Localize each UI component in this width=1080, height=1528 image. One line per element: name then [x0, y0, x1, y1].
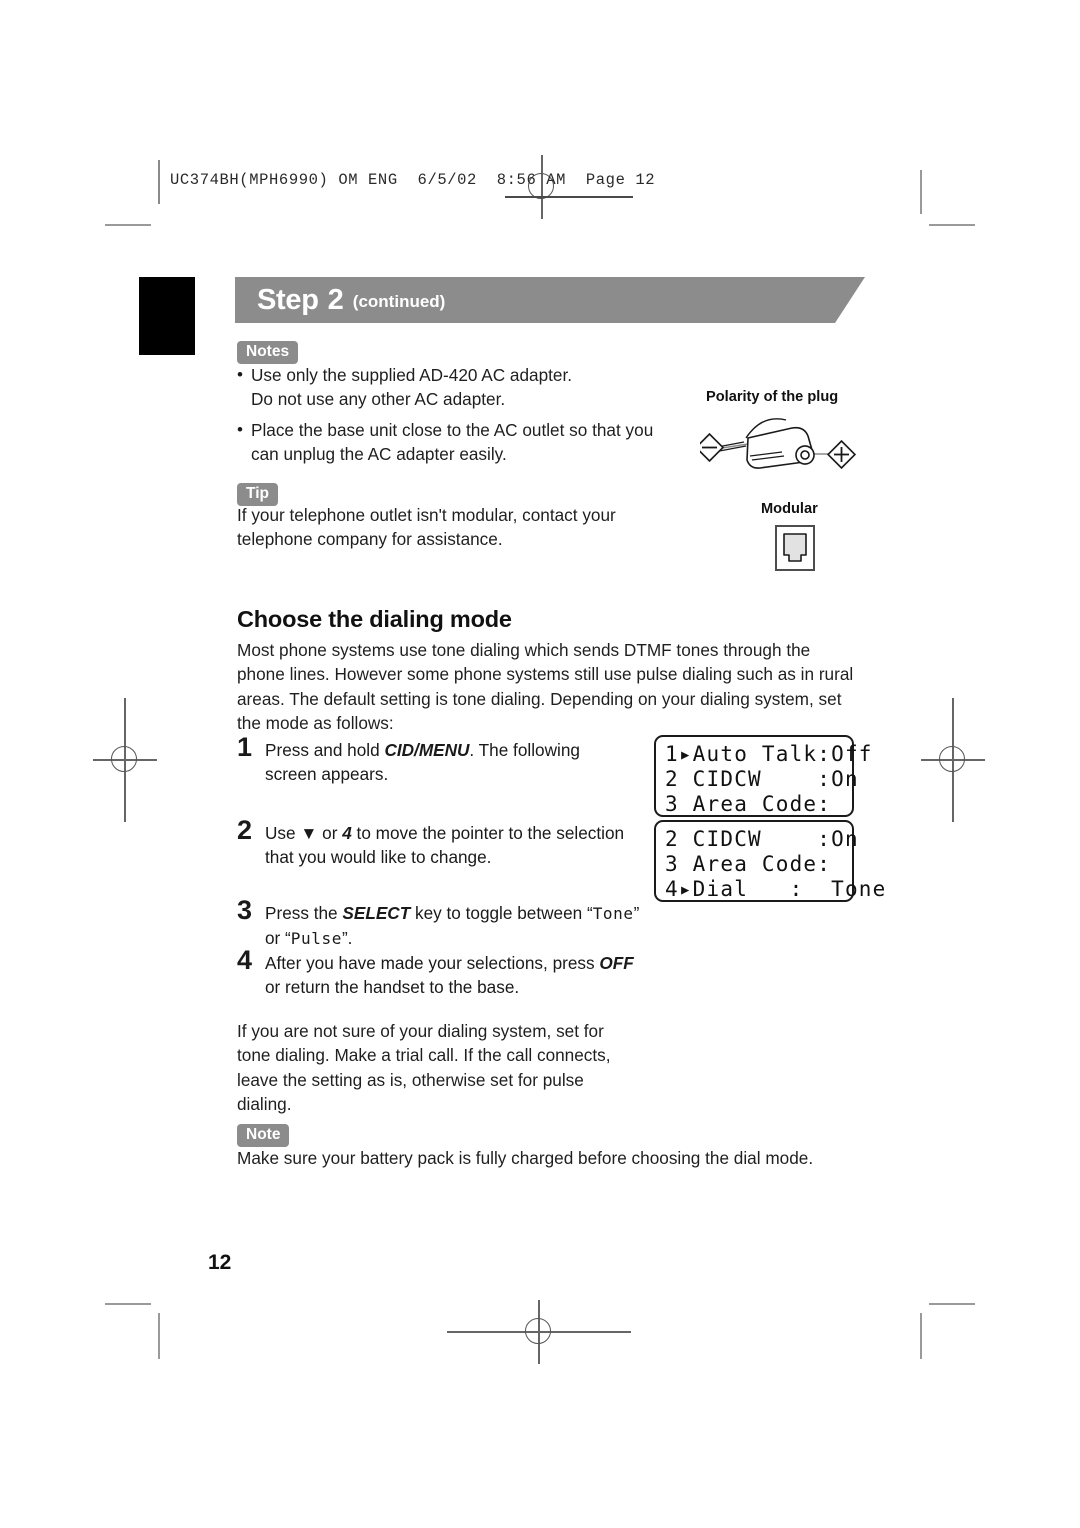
page-title: Choose the dialing mode	[237, 606, 512, 632]
menu-screen-1-line-1: 1▸Auto Talk:Off	[665, 742, 873, 766]
step-2-emphasis: 4	[342, 823, 352, 843]
page-thumb-tab	[139, 277, 195, 355]
note-chip: Note	[237, 1124, 290, 1147]
crop-mark-top-left-vertical	[158, 160, 160, 204]
notes-bullet-list: • Use only the supplied AD-420 AC adapte…	[237, 363, 667, 473]
down-arrow-icon: ▼	[300, 823, 318, 843]
registration-mark-left	[93, 698, 157, 822]
step-4-emphasis: OFF	[599, 953, 634, 973]
step-4-text-before: After you have made your selections, pre…	[265, 953, 600, 973]
banner-step-word: Step	[257, 283, 319, 316]
step-2: 2 Use ▼ or 4 to move the pointer to the …	[237, 815, 637, 870]
list-item: • Use only the supplied AD-420 AC adapte…	[237, 363, 667, 412]
step-3-emphasis: SELECT	[342, 903, 411, 923]
step-3-text-after: ”.	[341, 928, 353, 949]
crop-mark-bottom-left-horizontal	[105, 1303, 151, 1305]
step-4-text-after: or return the handset to the base.	[265, 977, 520, 998]
menu-screen-1-line-3: 3 Area Code:	[665, 792, 832, 816]
crop-mark-top-right-vertical	[920, 170, 922, 214]
polarity-figure	[694, 412, 860, 472]
step-3-text-before: Press the	[265, 903, 343, 923]
notes-chip: Notes	[237, 341, 299, 364]
section-intro-paragraph: Most phone systems use tone dialing whic…	[237, 640, 854, 734]
banner-continued-label: (continued)	[352, 292, 446, 311]
modular-figure-label: Modular	[761, 501, 818, 517]
step-2-text-before: Use	[265, 823, 301, 843]
modular-jack-illustration	[775, 525, 815, 571]
polarity-minus-symbol	[694, 432, 725, 463]
step-1-text: Press and hold CID/MENU. The following s…	[265, 735, 617, 787]
prepress-slug-rule	[505, 196, 633, 198]
tip-text: If your telephone outlet isn't modular, …	[237, 505, 616, 550]
menu-screen-2-line-3: 4▸Dial : Tone	[665, 877, 887, 901]
list-item: • Place the base unit close to the AC ou…	[237, 418, 667, 467]
crop-mark-bottom-right-vertical	[920, 1313, 922, 1359]
step-3-lcd-word-tone: Tone	[592, 904, 634, 923]
crop-mark-bottom-right-horizontal	[929, 1303, 975, 1305]
modular-figure	[775, 525, 819, 573]
step-2-text-mid: or	[317, 823, 343, 843]
menu-screen-2-line-1: 2 CIDCW :On	[665, 827, 859, 851]
step-1-emphasis: CID/MENU	[384, 740, 470, 760]
menu-screen-2-line-2: 3 Area Code:	[665, 852, 832, 876]
step-1-text-before: Press and hold	[265, 740, 385, 760]
menu-screen-1-line-2: 2 CIDCW :On	[665, 767, 859, 791]
step-3-text-mid: key to toggle between “	[410, 903, 593, 923]
banner-step-number: 2	[327, 283, 344, 316]
step-3: 3 Press the SELECT key to toggle between…	[237, 895, 657, 952]
step-2-number: 2	[237, 815, 252, 845]
note-text: Make sure your battery pack is fully cha…	[237, 1148, 814, 1168]
step-3-text: Press the SELECT key to toggle between “…	[265, 898, 657, 952]
menu-screen-1: 1▸Auto Talk:Off 2 CIDCW :On 3 Area Code:	[654, 735, 871, 817]
step-4: 4 After you have made your selections, p…	[237, 945, 647, 1000]
menu-screen-2: 2 CIDCW :On 3 Area Code: 4▸Dial : Tone	[654, 820, 885, 902]
step-4-number: 4	[237, 945, 252, 975]
notes-bullet-1-text: Use only the supplied AD-420 AC adapter.…	[251, 365, 573, 410]
step-1-number: 1	[237, 732, 252, 762]
crop-mark-bottom-left-vertical	[158, 1313, 160, 1359]
notes-bullet-2-text: Place the base unit close to the AC outl…	[251, 419, 654, 465]
step-4-text: After you have made your selections, pre…	[265, 948, 647, 1000]
polarity-plug-illustration	[694, 418, 857, 470]
bullet-icon: •	[237, 419, 243, 439]
step-2-text: Use ▼ or 4 to move the pointer to the se…	[265, 818, 637, 870]
crop-mark-top-left-horizontal	[105, 224, 151, 226]
registration-mark-right	[921, 698, 985, 822]
registration-mark-bottom	[447, 1300, 631, 1364]
polarity-figure-label: Polarity of the plug	[706, 389, 839, 405]
step-1: 1 Press and hold CID/MENU. The following…	[237, 732, 617, 787]
step-3-lcd-word-pulse: Pulse	[290, 929, 342, 949]
step-3-number: 3	[237, 895, 252, 925]
page-number: 12	[208, 1251, 232, 1274]
step-banner: Step 2 (continued)	[235, 277, 865, 323]
prepress-slug: UC374BH(MPH6990) OM ENG 6/5/02 8:56 AM P…	[170, 171, 656, 189]
polarity-plus-symbol	[826, 439, 857, 470]
bullet-icon: •	[237, 365, 243, 384]
crop-mark-top-right-horizontal	[929, 224, 975, 226]
closing-paragraph: If you are not sure of your dialing syst…	[237, 1021, 611, 1115]
